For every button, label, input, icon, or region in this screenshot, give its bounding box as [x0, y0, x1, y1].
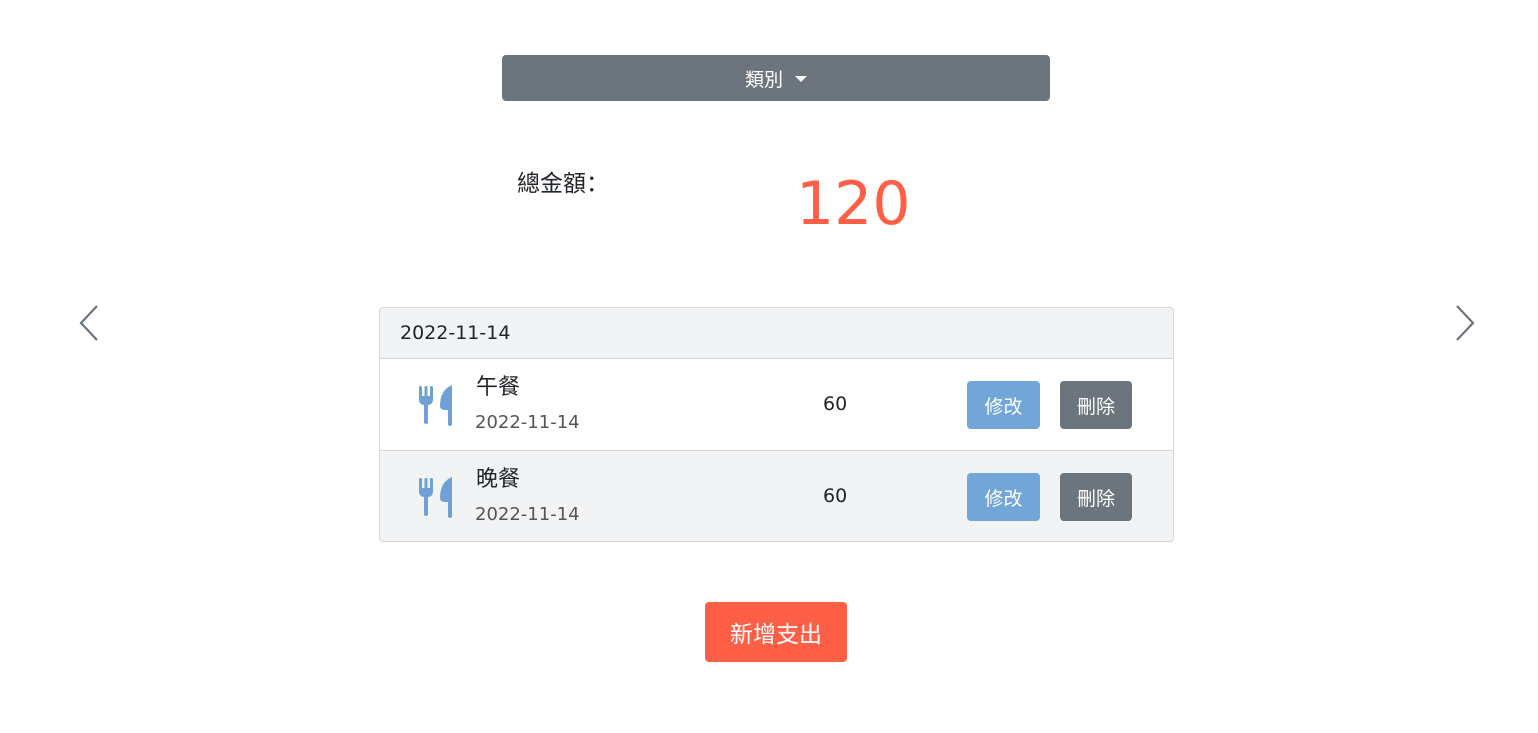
- total-label: 總金額：: [517, 171, 609, 197]
- record-amount: 60: [823, 393, 848, 415]
- add-expense-button[interactable]: 新增支出: [705, 602, 847, 662]
- record-date: 2022-11-14: [475, 504, 580, 525]
- total-amount: 120: [796, 169, 911, 239]
- record-row: 午餐 2022-11-14 60 修改 刪除: [380, 359, 1173, 450]
- utensils-icon: [418, 476, 456, 518]
- category-dropdown-label: 類別: [744, 68, 783, 91]
- caret-down-icon: [795, 76, 807, 82]
- category-dropdown[interactable]: 類別: [502, 55, 1050, 101]
- record-date: 2022-11-14: [475, 412, 580, 433]
- expense-page: 類別 總金額： 120 2022-11-14 午餐 2022-11-14 60 …: [0, 0, 1538, 733]
- delete-button[interactable]: 刪除: [1060, 473, 1132, 521]
- record-name: 晚餐: [476, 467, 521, 492]
- record-row: 晚餐 2022-11-14 60 修改 刪除: [380, 450, 1173, 541]
- chevron-right-icon: [1456, 305, 1475, 341]
- next-page-button[interactable]: [1454, 304, 1476, 342]
- prev-page-button[interactable]: [78, 304, 100, 342]
- record-date-header: 2022-11-14: [380, 308, 1173, 359]
- record-name: 午餐: [476, 375, 521, 400]
- edit-button[interactable]: 修改: [967, 473, 1040, 521]
- record-amount: 60: [823, 485, 848, 507]
- chevron-left-icon: [79, 305, 98, 341]
- delete-button[interactable]: 刪除: [1060, 381, 1132, 429]
- expense-record-card: 2022-11-14 午餐 2022-11-14 60 修改 刪除 晚餐 202…: [379, 307, 1174, 542]
- utensils-icon: [418, 384, 456, 426]
- edit-button[interactable]: 修改: [967, 381, 1040, 429]
